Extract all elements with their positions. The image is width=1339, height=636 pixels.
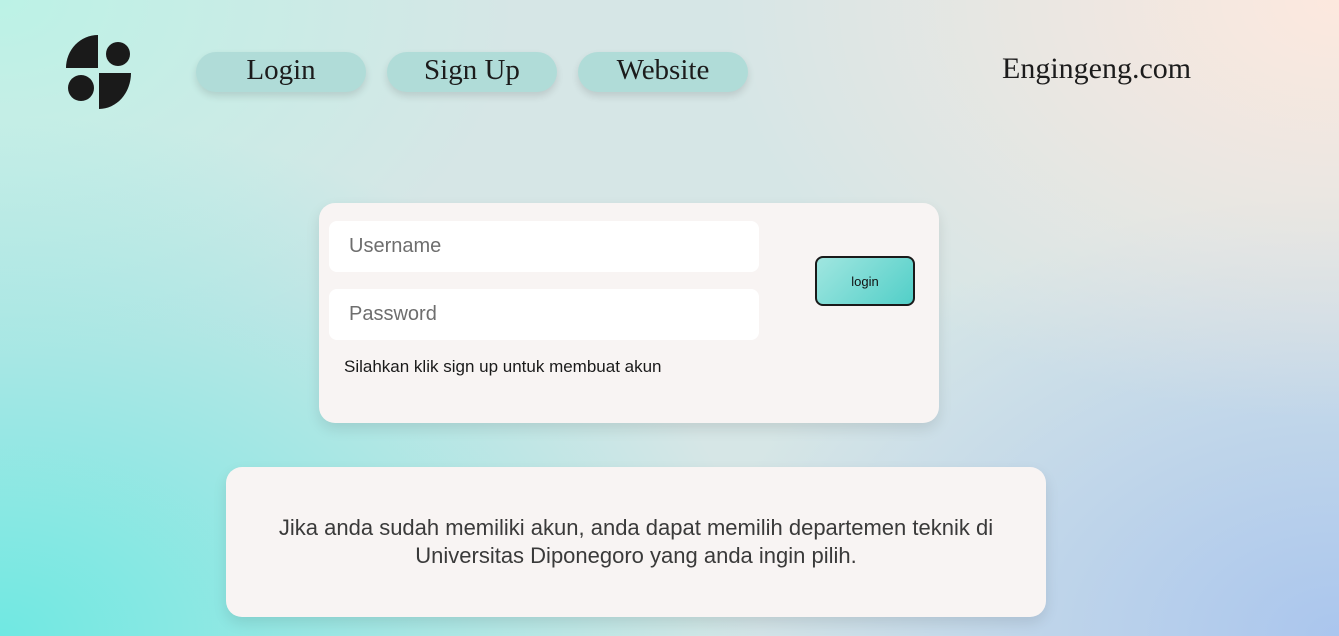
nav-website-button[interactable]: Website bbox=[578, 52, 748, 92]
site-logo-icon bbox=[66, 35, 132, 109]
nav-signup-button[interactable]: Sign Up bbox=[387, 52, 557, 92]
username-input[interactable] bbox=[329, 221, 759, 272]
nav-website-label: Website bbox=[616, 53, 710, 86]
login-card: Silahkan klik sign up untuk membuat akun… bbox=[319, 203, 939, 423]
password-input[interactable] bbox=[329, 289, 759, 340]
signup-hint-text: Silahkan klik sign up untuk membuat akun bbox=[344, 357, 662, 376]
login-button[interactable]: login bbox=[815, 256, 915, 306]
nav-login-button[interactable]: Login bbox=[196, 52, 366, 92]
nav-login-label: Login bbox=[246, 53, 316, 86]
info-text: Jika anda sudah memiliki akun, anda dapa… bbox=[278, 515, 994, 568]
nav-signup-label: Sign Up bbox=[424, 53, 520, 86]
site-name: Engingeng.com bbox=[1002, 52, 1192, 85]
info-card: Jika anda sudah memiliki akun, anda dapa… bbox=[226, 467, 1046, 617]
